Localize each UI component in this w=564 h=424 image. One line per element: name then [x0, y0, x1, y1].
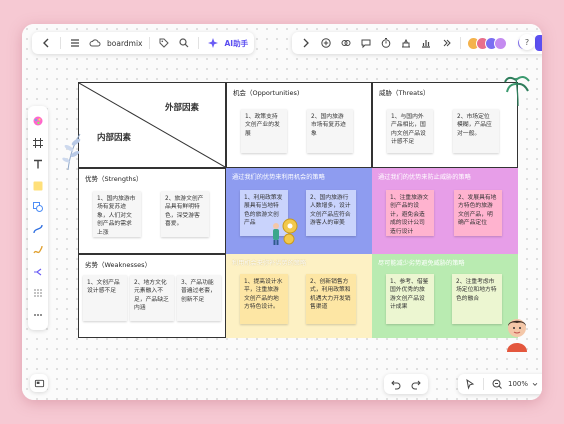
vote-icon[interactable] [398, 35, 414, 51]
ai-assistant-button[interactable]: AI助手 [225, 38, 249, 49]
cursor-icon[interactable] [462, 376, 478, 392]
collaborator-avatars[interactable] [467, 36, 507, 50]
add-circle-icon[interactable] [318, 35, 334, 51]
shape-tool-icon[interactable] [338, 35, 354, 51]
swot-board[interactable]: 外部因素 内部因素 机会（Opportunities) 1、政策支持文创产业的发… [78, 82, 518, 338]
wo-strategy-title: 利用机会来弥补劣势的策略 [232, 260, 307, 267]
weaknesses-title: 劣势（Weaknesses） [85, 261, 152, 269]
sticky-note[interactable]: 1、注重旅游文创产品的设计，避免会造成的设计公司造行设计 [386, 190, 434, 236]
mindmap-icon[interactable] [28, 263, 48, 281]
zoom-toolbar: 100% [458, 374, 542, 394]
sticky-note[interactable]: 1、参考、借鉴国外优秀的旅游文创产品设计成果 [386, 274, 434, 324]
sticky-note[interactable]: 2、国内旅游市场有复苏迹象 [307, 109, 353, 153]
timer-icon[interactable] [378, 35, 394, 51]
search-icon[interactable] [176, 35, 192, 51]
shape-icon[interactable] [28, 198, 48, 216]
diagonal-divider [79, 83, 225, 167]
minimap-icon [34, 379, 44, 387]
avatar [494, 36, 507, 50]
tag-icon[interactable] [156, 35, 172, 51]
undo-icon[interactable] [388, 376, 404, 392]
more-tools-icon[interactable] [28, 306, 48, 324]
internal-factors-label: 内部因素 [97, 133, 132, 143]
leaf-decoration-icon [62, 133, 81, 171]
color-palette-icon[interactable] [28, 112, 48, 130]
history-toolbar [384, 374, 428, 394]
cloud-icon[interactable] [87, 35, 103, 51]
threats-cell[interactable]: 威胁（Threats） 1、与国内外产品相比，国内文创产品设计感不足 2、市场定… [372, 82, 518, 168]
st-strategy-title: 通过我们的优势来防止威胁的策略 [378, 174, 471, 181]
sticky-note[interactable]: 2、旅游文创产品具有鲜明特色，深受游客喜爱。 [161, 191, 209, 237]
gear-illustration-icon [273, 218, 298, 245]
sticky-note[interactable]: 1、与国内外产品相比，国内文创产品设计感不足 [387, 109, 433, 153]
chevron-left-icon[interactable] [38, 35, 54, 51]
pen-icon[interactable] [28, 241, 48, 259]
swot-header-cell: 外部因素 内部因素 [78, 82, 226, 168]
frame-icon[interactable] [28, 134, 48, 152]
app-window: boardmix AI助手 ? 100% 外部因素 内部因素 机会（Opport… [22, 24, 542, 400]
divider [148, 37, 150, 49]
chevron-down-icon[interactable] [531, 376, 539, 392]
connector-icon[interactable] [28, 220, 48, 238]
left-toolbox [28, 106, 48, 330]
redo-icon[interactable] [408, 376, 424, 392]
chart-icon[interactable] [418, 35, 434, 51]
sticky-note[interactable]: 1、政策支持文创产业的发展 [241, 109, 287, 153]
top-left-toolbar: boardmix AI助手 [32, 32, 255, 54]
sticky-note[interactable]: 1、文创产品设计感不足 [83, 275, 127, 321]
strengths-cell[interactable]: 优势（Strengths） 1、国内旅游市场有复苏迹象，人们对文创产品的需求上涨… [78, 168, 226, 254]
sticky-note[interactable]: 2、创新销售方式，利用政策和机遇大力开发销售渠道 [306, 274, 356, 324]
opportunities-title: 机会（Opportunities) [233, 89, 300, 97]
chevron-right-icon[interactable] [298, 35, 314, 51]
sticky-note[interactable]: 2、市场定位模糊，产品应对一般。 [453, 109, 499, 153]
wt-strategy-title: 尽可能减少劣势避免威胁的策略 [378, 260, 465, 267]
sticky-note[interactable]: 2、发展具有地方特色的旅游文创产品，明确产品定位 [454, 190, 502, 236]
board-name[interactable]: boardmix [107, 39, 143, 48]
share-button[interactable]: 分享 [535, 35, 542, 51]
top-right-toolbar: 分享 [292, 32, 542, 54]
weaknesses-cell[interactable]: 劣势（Weaknesses） 1、文创产品设计感不足 2、地方文化元素融入不足，… [78, 254, 226, 338]
text-icon[interactable] [28, 155, 48, 173]
more-icon[interactable] [438, 35, 454, 51]
comment-icon[interactable] [358, 35, 374, 51]
minimap-toggle[interactable] [30, 374, 48, 392]
so-strategy-cell[interactable]: 通过我们的优势来利用机会的策略 1、利用政策发展具有当地特色的旅游文创产品 2、… [226, 168, 372, 254]
help-button[interactable]: ? [519, 34, 535, 50]
st-strategy-cell[interactable]: 通过我们的优势来防止威胁的策略 1、注重旅游文创产品的设计，避免会造成的设计公司… [372, 168, 518, 254]
sticky-note[interactable]: 2、国内旅游行人数增多，设计文创产品应符合游客人的审美 [306, 190, 356, 236]
sticky-note[interactable]: 3、产品功能普遍过老套，创新不足 [177, 275, 221, 321]
wo-strategy-cell[interactable]: 利用机会来弥补劣势的策略 1、提高设计水平，注重旅游文创产品的地方特色设计。 2… [226, 254, 372, 338]
zoom-out-icon[interactable] [489, 376, 505, 392]
external-factors-label: 外部因素 [165, 103, 200, 113]
character-illustration-icon [507, 319, 527, 352]
sticky-note[interactable]: 2、地方文化元素融入不足，产品缺乏内涵 [130, 275, 174, 321]
sticky-note-icon[interactable] [28, 177, 48, 195]
opportunities-cell[interactable]: 机会（Opportunities) 1、政策支持文创产业的发展 2、国内旅游市场… [226, 82, 372, 168]
sticky-note[interactable]: 1、提高设计水平，注重旅游文创产品的地方特色设计。 [240, 274, 288, 324]
divider [483, 378, 484, 390]
divider [60, 37, 61, 49]
strengths-title: 优势（Strengths） [85, 175, 143, 183]
sticky-note[interactable]: 1、国内旅游市场有复苏迹象，人们对文创产品的需求上涨 [93, 191, 141, 237]
menu-icon[interactable] [67, 35, 83, 51]
ai-sparkle-icon[interactable] [205, 35, 221, 51]
divider [460, 37, 461, 49]
wt-strategy-cell[interactable]: 尽可能减少劣势避免威胁的策略 1、参考、借鉴国外优秀的旅游文创产品设计成果 2、… [372, 254, 518, 338]
zoom-level[interactable]: 100% [508, 380, 528, 388]
template-icon[interactable] [28, 284, 48, 302]
threats-title: 威胁（Threats） [379, 89, 430, 97]
so-strategy-title: 通过我们的优势来利用机会的策略 [232, 174, 325, 181]
palm-decoration-icon [504, 76, 530, 107]
sticky-note[interactable]: 2、注重考虑市场定位和地方特色的融合 [452, 274, 502, 324]
divider [197, 37, 199, 49]
